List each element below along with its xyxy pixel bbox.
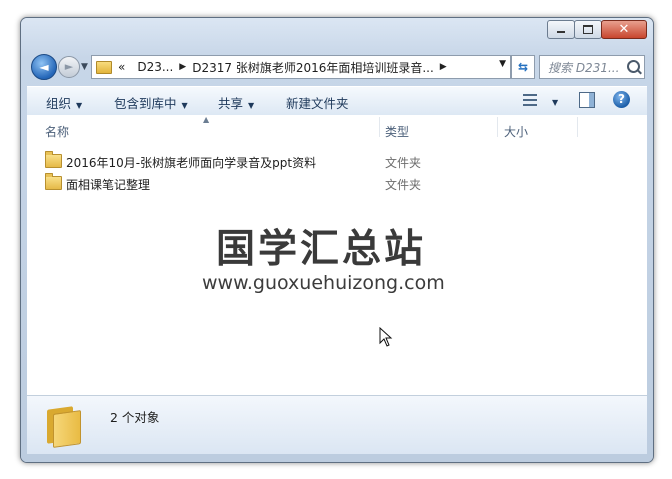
close-button[interactable]: ✕	[601, 20, 647, 39]
minimize-icon	[557, 31, 565, 33]
organize-label: 组织	[46, 96, 72, 111]
folder-icon	[45, 151, 62, 168]
address-dropdown-icon[interactable]: ▼	[499, 59, 506, 69]
refresh-button[interactable]: ⇆	[511, 55, 535, 79]
column-header-name[interactable]: 名称	[45, 123, 69, 140]
breadcrumb-chevron-icon[interactable]: ▶	[179, 62, 186, 72]
watermark-url: www.guoxuehuizong.com	[202, 272, 445, 294]
caption-buttons: ✕	[547, 20, 647, 39]
folder-icon	[47, 404, 81, 448]
search-icon	[627, 60, 640, 73]
chevron-down-icon: ▼	[248, 101, 255, 110]
column-header-type[interactable]: 类型	[385, 123, 409, 140]
list-item[interactable]: 2016年10月-张树旗老师面向学录音及ppt资料 文件夹	[45, 151, 641, 171]
command-bar: 组织 ▼ 包含到库中 ▼ 共享 ▼ 新建文件夹 ▼ ?	[27, 86, 647, 116]
minimize-button[interactable]	[547, 20, 575, 39]
details-pane: 2 个对象	[27, 395, 647, 454]
chevron-down-icon: ▼	[76, 101, 83, 110]
maximize-icon	[583, 25, 593, 34]
chevron-down-icon: ▼	[181, 101, 188, 110]
help-icon[interactable]: ?	[613, 91, 630, 108]
share-label: 共享	[218, 96, 244, 111]
breadcrumb-overflow[interactable]: «	[118, 60, 125, 74]
breadcrumb-item-parent[interactable]: D23...	[137, 60, 173, 74]
address-bar[interactable]: « D23... ▶ D2317 张树旗老师2016年面相培训班录音... ▶ …	[91, 55, 511, 79]
view-dropdown-icon[interactable]: ▼	[547, 93, 558, 108]
search-input[interactable]: 搜索 D231...	[540, 59, 626, 76]
watermark-title: 国学汇总站	[216, 227, 427, 272]
close-icon: ✕	[618, 22, 630, 37]
mouse-cursor-icon	[379, 327, 393, 347]
list-item[interactable]: 面相课笔记整理 文件夹	[45, 173, 641, 193]
navigation-bar: ◄ ► ▼ « D23... ▶ D2317 张树旗老师2016年面相培训班录音…	[29, 53, 645, 81]
recent-pages-dropdown[interactable]: ▼	[81, 62, 88, 72]
organize-menu[interactable]: 组织 ▼	[46, 93, 82, 112]
folder-icon	[96, 60, 112, 74]
maximize-button[interactable]	[574, 20, 602, 39]
preview-pane-icon[interactable]	[579, 92, 595, 108]
breadcrumb-chevron-icon[interactable]: ▶	[440, 62, 447, 72]
back-button[interactable]: ◄	[31, 54, 57, 80]
sort-ascending-icon: ▲	[203, 115, 210, 124]
file-name: 2016年10月-张树旗老师面向学录音及ppt资料	[66, 156, 317, 170]
share-menu[interactable]: 共享 ▼	[218, 93, 254, 112]
folder-icon	[45, 173, 62, 190]
new-folder-button[interactable]: 新建文件夹	[286, 93, 349, 112]
file-list: ▲ 名称 类型 大小 2016年10月-张树旗老师面向学录音及ppt资料 文件夹…	[27, 115, 647, 395]
column-header-size[interactable]: 大小	[504, 123, 528, 140]
file-type: 文件夹	[385, 156, 422, 170]
search-box[interactable]: 搜索 D231...	[539, 55, 645, 79]
file-type: 文件夹	[385, 178, 422, 192]
item-count: 2 个对象	[110, 410, 160, 425]
file-name: 面相课笔记整理	[66, 178, 151, 192]
column-headers: ▲ 名称 类型 大小	[27, 115, 647, 141]
view-options-icon[interactable]	[523, 93, 537, 107]
include-in-library-label: 包含到库中	[114, 96, 177, 111]
explorer-window: ✕ ◄ ► ▼ « D23... ▶ D2317 张树旗老师2016年面相培训班…	[20, 17, 654, 463]
breadcrumb-item-current[interactable]: D2317 张树旗老师2016年面相培训班录音...	[192, 59, 434, 76]
forward-button[interactable]: ►	[58, 56, 80, 78]
include-in-library-menu[interactable]: 包含到库中 ▼	[114, 93, 188, 112]
